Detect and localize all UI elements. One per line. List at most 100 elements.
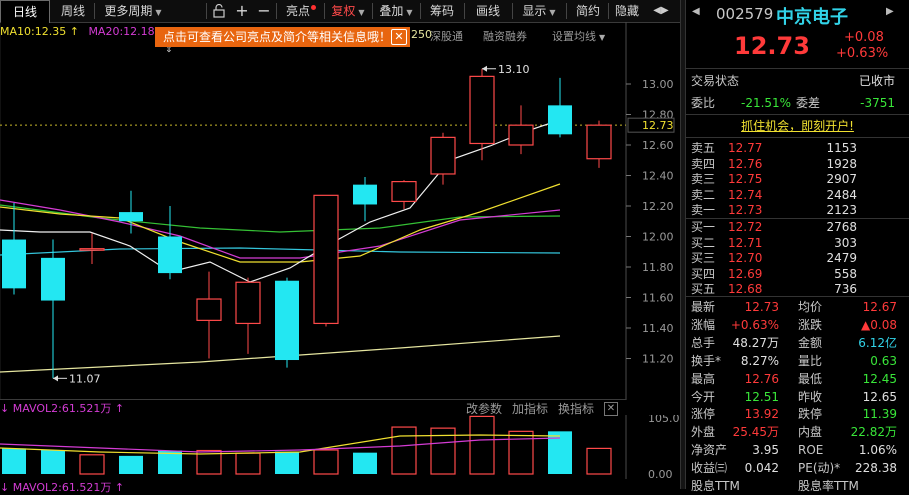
tab-daily[interactable]: 日线 xyxy=(0,0,50,23)
weicha-value: -3751 xyxy=(860,96,895,110)
simple-mode-button[interactable]: 简约 xyxy=(568,0,608,22)
weibi-label: 委比 xyxy=(691,96,716,110)
fuquan-label: 复权 xyxy=(331,4,356,18)
display-dropdown[interactable]: 显示 ▼ xyxy=(514,0,564,22)
volume-bar xyxy=(119,455,143,474)
stat-label: PE(动)* xyxy=(798,461,841,476)
candle xyxy=(469,68,495,161)
stat-value: 0.042 xyxy=(744,461,779,476)
price-change: +0.08 xyxy=(844,30,884,45)
stat-label: 今开 xyxy=(691,389,716,404)
candle-body xyxy=(469,75,495,145)
highlights-label: 亮点 xyxy=(285,4,310,18)
chips-button[interactable]: 筹码 xyxy=(422,0,462,22)
volume-bar xyxy=(275,451,299,474)
volume-chart[interactable]: 105.00 0.00 xyxy=(0,415,680,479)
stat-value: ▲0.08 xyxy=(861,317,897,332)
highlights-button[interactable]: 亮点 xyxy=(280,0,322,22)
second-indicator-header: ↓ MAVOL2:61.521万 ↑ xyxy=(0,479,124,495)
chart-toolbar: 日线 周线 更多周期 ▼ + − 亮点 复权 ▼ 叠加 ▼ 筹码 画线 显示 ▼ 简约 … xyxy=(0,0,680,23)
volume-bar xyxy=(2,448,26,474)
zoom-in-button[interactable]: + xyxy=(232,0,252,22)
price-tick-label: 12.20 xyxy=(642,200,674,213)
close-icon[interactable]: ✕ xyxy=(391,29,407,45)
weicha-label: 委差 xyxy=(796,96,821,110)
volume-bar xyxy=(41,450,65,474)
tab-weekly[interactable]: 周线 xyxy=(52,0,94,22)
candle xyxy=(2,202,26,295)
stat-row: 净资产 3.95 ROE 1.06% xyxy=(686,441,909,459)
hide-button[interactable]: 隐藏 xyxy=(610,0,644,22)
stat-row: 外盘 25.45万 内盘 22.82万 xyxy=(686,423,909,441)
volume-tick-label: 105.00 xyxy=(648,415,680,425)
stat-value: 1.06% xyxy=(858,443,897,458)
candle xyxy=(508,105,534,155)
candle xyxy=(430,132,456,185)
candle-body xyxy=(586,124,612,160)
overlay-dropdown[interactable]: 叠加 ▼ xyxy=(374,0,418,22)
zoom-out-button[interactable]: − xyxy=(254,0,274,22)
quote-panel: ◀ 002579 中京电子 ▶ 12.73 +0.08 +0.63% 交易状态 … xyxy=(686,0,909,493)
unlock-icon[interactable] xyxy=(208,0,230,22)
stat-label: 外盘 xyxy=(691,425,716,440)
chevron-down-icon: ▼ xyxy=(549,8,556,17)
promo-link[interactable]: 抓住机会，即刻开户! xyxy=(686,117,909,135)
volume-bar xyxy=(313,449,339,475)
stat-label: 内盘 xyxy=(798,425,823,440)
volume-bar xyxy=(391,426,417,475)
ma20-label: MA20:12.18 xyxy=(88,25,155,38)
stat-row: 涨停 13.92 跌停 11.39 xyxy=(686,405,909,423)
display-label: 显示 xyxy=(522,4,547,18)
candle-body xyxy=(79,248,105,251)
stat-value: 48.27万 xyxy=(732,335,779,350)
draw-line-button[interactable]: 画线 xyxy=(466,0,510,22)
candle-body xyxy=(508,124,534,146)
toolbar-divider xyxy=(94,3,95,19)
candle xyxy=(158,206,182,280)
close-icon[interactable]: ✕ xyxy=(604,402,618,416)
toolbar-divider xyxy=(566,3,567,19)
back-icon[interactable]: ◀ xyxy=(692,6,700,17)
candle-body xyxy=(548,105,572,135)
chart-grid xyxy=(0,22,627,400)
stat-value: 228.38 xyxy=(855,461,897,476)
stat-label: 最高 xyxy=(691,371,716,386)
price-tick-label: 11.40 xyxy=(642,322,674,335)
stat-row: 最高 12.76 最低 12.45 xyxy=(686,370,909,388)
stat-row: 最新 12.73 均价 12.67 xyxy=(686,298,909,316)
stat-label: 金额 xyxy=(798,335,823,350)
more-periods-dropdown[interactable]: 更多周期 ▼ xyxy=(96,0,170,22)
trade-status-label: 交易状态 xyxy=(691,74,740,88)
stat-row: 今开 12.51 昨收 12.65 xyxy=(686,388,909,406)
margin-trading-link[interactable]: 融资融券 xyxy=(483,28,527,44)
current-price-tick: 12.73 xyxy=(642,119,674,132)
toolbar-divider xyxy=(372,3,373,19)
stat-row: 收益㈢ 0.042 PE(动)* 228.38 xyxy=(686,459,909,477)
stat-value: 12.45 xyxy=(862,371,897,386)
fuquan-dropdown[interactable]: 复权 ▼ xyxy=(326,0,370,22)
annotation-label: 11.07 xyxy=(69,372,101,385)
price-tick-label: 12.40 xyxy=(642,170,674,183)
forward-icon[interactable]: ▶ xyxy=(886,6,894,17)
stat-label: 最低 xyxy=(798,371,823,386)
candlestick-chart[interactable]: 13.1011.07 13.0012.8012.7312.6012.4012.2… xyxy=(0,22,680,400)
stat-value: 22.82万 xyxy=(850,425,897,440)
stock-code: 002579 xyxy=(716,5,774,23)
candle xyxy=(235,277,261,354)
sell-level-row[interactable]: 卖一 12.73 2123 xyxy=(686,201,909,219)
up-arrow-icon: ↑ xyxy=(69,25,79,38)
candle-body xyxy=(391,181,417,203)
highlights-tooltip[interactable]: 点击可查看公司亮点及简介等相关信息哦！ ✕ xyxy=(155,27,410,47)
toolbar-divider xyxy=(512,3,513,19)
price-tick-label: 12.00 xyxy=(642,231,674,244)
weibi-row: 委比 -21.51% 委差 -3751 xyxy=(686,94,909,112)
candle xyxy=(353,177,377,222)
deep-hk-connect-link[interactable]: 深股通 xyxy=(430,28,463,44)
stat-value: +0.63% xyxy=(730,317,779,332)
expand-icon[interactable]: ◀▶ xyxy=(648,0,674,22)
stat-row: 涨幅 +0.63% 涨跌 ▲0.08 xyxy=(686,316,909,334)
toolbar-divider xyxy=(206,3,207,19)
set-ma-dropdown[interactable]: 设置均线 ▼ xyxy=(552,28,605,44)
candle xyxy=(41,239,65,379)
volume-tick-label: 0.00 xyxy=(648,468,673,479)
